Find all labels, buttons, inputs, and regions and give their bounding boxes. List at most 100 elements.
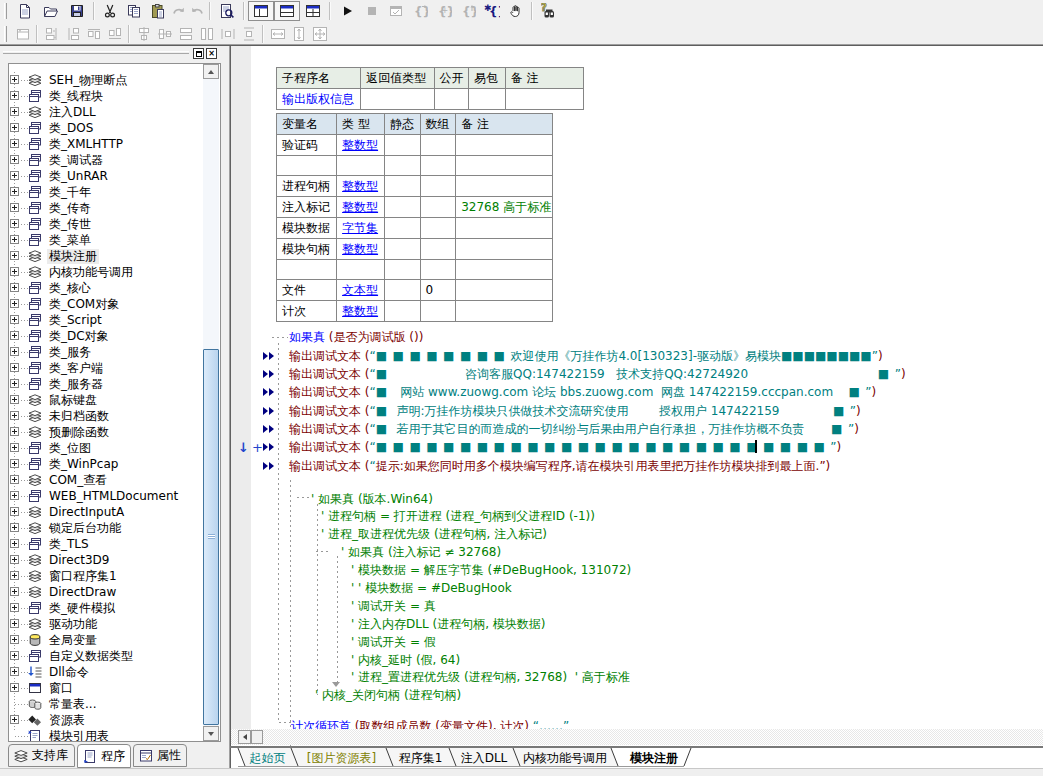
table-cell[interactable]	[456, 260, 553, 280]
tree-item-类_线程块[interactable]: 类_线程块	[9, 88, 203, 104]
table-cell[interactable]	[420, 218, 456, 239]
table-cell[interactable]	[456, 239, 553, 260]
table-cell[interactable]	[456, 301, 553, 322]
h-scrollbar-thumb[interactable]	[251, 730, 263, 744]
undo-button[interactable]	[188, 1, 206, 21]
scroll-left-button[interactable]	[238, 730, 251, 744]
table-cell[interactable]: 验证码	[277, 135, 337, 156]
tree-expand-button[interactable]	[10, 619, 19, 628]
tree-item-类_位图[interactable]: 类_位图	[9, 440, 203, 456]
tree-expand-button[interactable]	[10, 187, 19, 196]
toolbar-grip[interactable]	[4, 26, 7, 42]
table-cell[interactable]	[456, 156, 553, 176]
table-cell[interactable]: 32768 高于标准	[456, 197, 553, 218]
table-cell[interactable]	[384, 218, 420, 239]
scroll-up-button[interactable]	[203, 64, 219, 79]
form-designer-button[interactable]	[12, 24, 33, 44]
align-right-button[interactable]	[62, 24, 83, 44]
tree-item-类_服务[interactable]: 类_服务	[9, 344, 203, 360]
table-cell[interactable]	[456, 218, 553, 239]
center-vert-button[interactable]	[154, 24, 175, 44]
scrollbar-thumb[interactable]	[203, 349, 219, 725]
tree-item-窗口[interactable]: 窗口	[9, 680, 203, 696]
tree-item-SEH_物理断点[interactable]: SEH_物理断点	[9, 72, 203, 88]
tree-expand-button[interactable]	[10, 635, 19, 644]
tree-item-WEB_HTMLDocument[interactable]: WEB_HTMLDocument	[9, 488, 203, 504]
table-cell[interactable]: 整数型	[337, 197, 385, 218]
table-cell[interactable]	[277, 260, 337, 280]
tree-expand-button[interactable]	[10, 507, 19, 516]
tree-item-类_传奇[interactable]: 类_传奇	[9, 200, 203, 216]
tree-item-预删除函数[interactable]: 预删除函数	[9, 424, 203, 440]
tree-item-锁定后台功能[interactable]: 锁定后台功能	[9, 520, 203, 536]
tree-expand-button[interactable]	[10, 571, 19, 580]
tree-item-自定义数据类型[interactable]: 自定义数据类型	[9, 648, 203, 664]
table-cell[interactable]	[337, 156, 385, 176]
tree-expand-button[interactable]	[10, 155, 19, 164]
tree-item-类_UnRAR[interactable]: 类_UnRAR	[9, 168, 203, 184]
table-cell[interactable]	[456, 280, 553, 301]
tree-item-窗口程序集1[interactable]: 窗口程序集1	[9, 568, 203, 584]
panel-tab-支持库[interactable]: 支持库	[8, 744, 75, 767]
table-cell[interactable]	[277, 156, 337, 176]
panel-close-button[interactable]: ×	[206, 48, 217, 59]
table-cell[interactable]: 模块句柄	[277, 239, 337, 260]
tree-expand-button[interactable]	[10, 539, 19, 548]
tree-item-DirectDraw[interactable]: DirectDraw	[9, 584, 203, 600]
tree-expand-button[interactable]	[10, 171, 19, 180]
debug-window-button[interactable]	[384, 1, 408, 21]
table-cell[interactable]	[505, 89, 583, 110]
project-tree[interactable]: SEH_物理断点类_线程块注入DLL类_DOS类_XMLHTTP类_调试器类_U…	[8, 63, 221, 742]
tree-item-未归档函数[interactable]: 未归档函数	[9, 408, 203, 424]
tree-item-类_千年[interactable]: 类_千年	[9, 184, 203, 200]
tree-expand-button[interactable]	[10, 283, 19, 292]
table-cell[interactable]: 整数型	[337, 239, 385, 260]
tree-expand-button[interactable]	[10, 363, 19, 372]
fit-both-button[interactable]	[309, 24, 330, 44]
table-cell[interactable]: 输出版权信息	[277, 89, 361, 110]
tree-scrollbar[interactable]	[203, 64, 219, 741]
copy-button[interactable]	[122, 1, 146, 21]
tree-item-鼠标键盘[interactable]: 鼠标键盘	[9, 392, 203, 408]
tree-expand-button[interactable]	[10, 267, 19, 276]
align-bottom-button[interactable]	[104, 24, 125, 44]
tree-expand-button[interactable]	[10, 667, 19, 676]
table-cell[interactable]	[384, 135, 420, 156]
tree-item-类_Script[interactable]: 类_Script	[9, 312, 203, 328]
table-cell[interactable]	[384, 260, 420, 280]
tree-expand-button[interactable]	[10, 603, 19, 612]
tree-item-注入DLL[interactable]: 注入DLL	[9, 104, 203, 120]
editor-panel[interactable]: 子程序名返回值类型公开易包备 注输出版权信息 变量名类 型静态数组备 注验证码整…	[229, 46, 1043, 776]
redo-button[interactable]	[170, 1, 188, 21]
tree-item-类_WinPcap[interactable]: 类_WinPcap	[9, 456, 203, 472]
tree-item-类_传世[interactable]: 类_传世	[9, 216, 203, 232]
align-top-button[interactable]	[83, 24, 104, 44]
space-horz-button[interactable]	[217, 24, 238, 44]
tree-expand-button[interactable]	[10, 411, 19, 420]
tree-expand-button[interactable]	[10, 315, 19, 324]
tree-item-内核功能号调用[interactable]: 内核功能号调用	[9, 264, 203, 280]
step-over-button[interactable]: {}+	[432, 1, 456, 21]
tree-item-驱动功能[interactable]: 驱动功能	[9, 616, 203, 632]
tree-item-模块引用表[interactable]: 模块引用表	[9, 728, 203, 742]
subroutine-table[interactable]: 子程序名返回值类型公开易包备 注输出版权信息	[276, 67, 584, 110]
variable-table[interactable]: 变量名类 型静态数组备 注验证码整数型进程句柄整数型注入标记整数型32768 高…	[276, 113, 553, 322]
tree-item-类_核心[interactable]: 类_核心	[9, 280, 203, 296]
tree-item-Dll命令[interactable]: Dll命令	[9, 664, 203, 680]
tree-expand-button[interactable]	[10, 555, 19, 564]
tree-expand-button[interactable]	[10, 331, 19, 340]
tree-item-Direct3D9[interactable]: Direct3D9	[9, 552, 203, 568]
tree-expand-button[interactable]	[10, 491, 19, 500]
stop-button[interactable]	[360, 1, 384, 21]
document-tabs[interactable]: 起始页[图片资源表]程序集1注入DLL内核功能号调用模块注册	[230, 747, 1043, 767]
table-cell[interactable]: 整数型	[337, 176, 385, 197]
horizontal-scrollbar[interactable]	[231, 729, 1043, 745]
table-cell[interactable]	[420, 260, 456, 280]
view-grid-button[interactable]	[300, 1, 326, 21]
view-output-button[interactable]	[274, 1, 300, 21]
align-left-button[interactable]	[41, 24, 62, 44]
table-cell[interactable]	[384, 301, 420, 322]
tree-item-类_XMLHTTP[interactable]: 类_XMLHTTP	[9, 136, 203, 152]
tree-expand-button[interactable]	[10, 139, 19, 148]
tree-item-类_TLS[interactable]: 类_TLS	[9, 536, 203, 552]
